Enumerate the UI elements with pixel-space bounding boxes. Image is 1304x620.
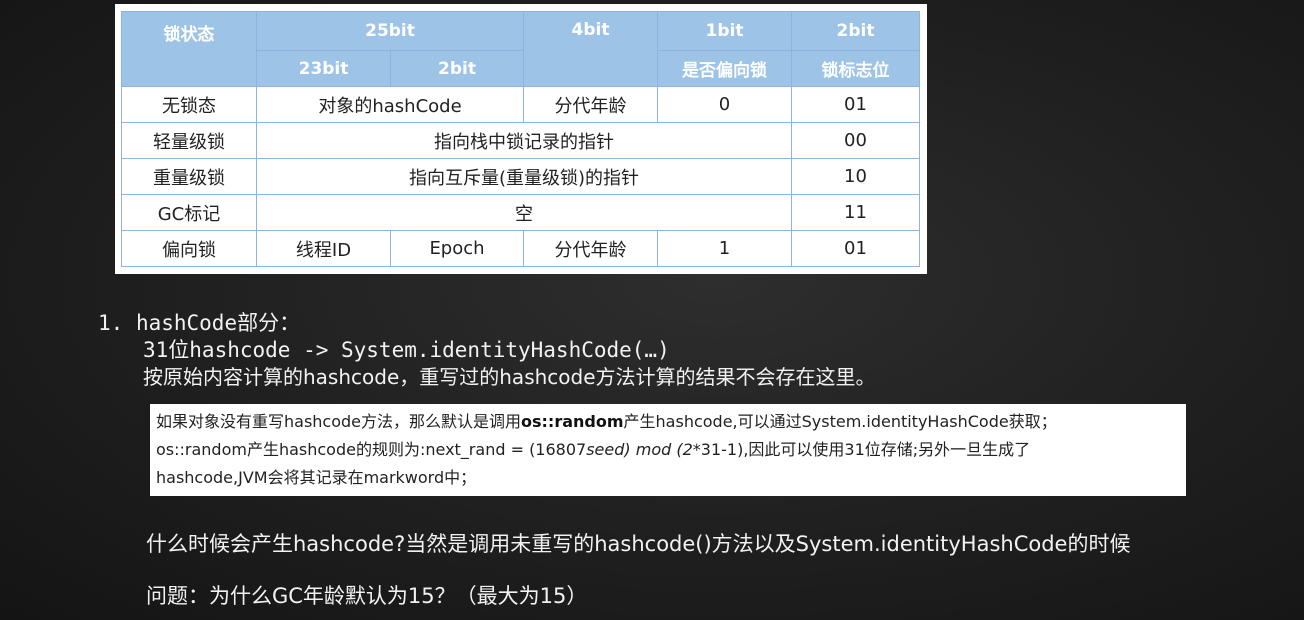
note-bold-text: os::random xyxy=(521,412,624,431)
note-italic-text: seed) mod (2 xyxy=(586,440,693,459)
note-line-3: hashcode,JVM会将其记录在markword中； xyxy=(156,468,477,487)
header-2bit: 2bit xyxy=(791,11,920,51)
row-cell: Epoch xyxy=(390,230,524,267)
mark-word-table: 锁状态 25bit 4bit 1bit 2bit 23bit 2bit 是否偏向… xyxy=(121,11,920,267)
section-number: 1. xyxy=(98,311,124,335)
note-text: *31-1),因此可以使用31位存储;另外一旦生成了 xyxy=(692,440,1031,459)
row-cell: 指向栈中锁记录的指针 xyxy=(256,122,792,159)
header-is-biased: 是否偏向锁 xyxy=(657,50,792,87)
note-line-1: 如果对象没有重写hashcode方法，那么默认是调用os::random产生ha… xyxy=(156,408,1180,436)
header-lock-state: 锁状态 xyxy=(121,11,257,87)
header-4bit: 4bit xyxy=(523,11,658,87)
table-row: GC标记 空 11 xyxy=(121,194,920,231)
row-cell: 0 xyxy=(657,86,792,123)
section-line-1: 31位hashcode -> System.identityHashCode(…… xyxy=(143,338,670,362)
row-cell: 对象的hashCode xyxy=(256,86,524,123)
note-text: os::random产生hashcode的规则为:next_rand = (16… xyxy=(156,440,587,459)
row-flag: 10 xyxy=(791,158,920,195)
row-state: 重量级锁 xyxy=(121,158,257,195)
table-row: 偏向锁 线程ID Epoch 分代年龄 1 01 xyxy=(121,230,920,267)
row-state: GC标记 xyxy=(121,194,257,231)
row-cell: 空 xyxy=(256,194,792,231)
row-flag: 01 xyxy=(791,86,920,123)
row-cell: 分代年龄 xyxy=(523,86,658,123)
mark-word-table-container: 锁状态 25bit 4bit 1bit 2bit 23bit 2bit 是否偏向… xyxy=(115,4,927,274)
row-cell: 1 xyxy=(657,230,792,267)
section-line-2: 按原始内容计算的hashcode，重写过的hashcode方法计算的结果不会存在… xyxy=(143,365,876,389)
section-heading: 1. hashCode部分： xyxy=(98,307,300,337)
header-1bit: 1bit xyxy=(657,11,792,51)
header-2bit-sub: 2bit xyxy=(390,50,524,87)
note-text: 如果对象没有重写hashcode方法，那么默认是调用 xyxy=(156,412,522,431)
row-flag: 11 xyxy=(791,194,920,231)
table-row: 重量级锁 指向互斥量(重量级锁)的指针 10 xyxy=(121,158,920,195)
row-cell: 指向互斥量(重量级锁)的指针 xyxy=(256,158,792,195)
row-state: 轻量级锁 xyxy=(121,122,257,159)
row-cell: 分代年龄 xyxy=(523,230,658,267)
section-title: hashCode部分： xyxy=(135,311,301,335)
header-25bit: 25bit xyxy=(256,11,524,51)
note-text: 产生hashcode,可以通过System.identityHashCode获取… xyxy=(623,412,1057,431)
row-cell: 线程ID xyxy=(256,230,391,267)
question-1: 什么时候会产生hashcode?当然是调用未重写的hashcode()方法以及S… xyxy=(146,532,1131,556)
row-flag: 00 xyxy=(791,122,920,159)
table-row: 轻量级锁 指向栈中锁记录的指针 00 xyxy=(121,122,920,159)
row-state: 偏向锁 xyxy=(121,230,257,267)
header-23bit: 23bit xyxy=(256,50,391,87)
row-state: 无锁态 xyxy=(121,86,257,123)
note-box: 如果对象没有重写hashcode方法，那么默认是调用os::random产生ha… xyxy=(150,404,1186,496)
header-row-1: 锁状态 25bit 4bit 1bit 2bit xyxy=(121,11,920,87)
question-2: 问题：为什么GC年龄默认为15？（最大为15） xyxy=(146,584,588,608)
header-lock-flag: 锁标志位 xyxy=(791,50,920,87)
table-row: 无锁态 对象的hashCode 分代年龄 0 01 xyxy=(121,86,920,123)
row-flag: 01 xyxy=(791,230,920,267)
note-line-2: os::random产生hashcode的规则为:next_rand = (16… xyxy=(156,436,1180,464)
